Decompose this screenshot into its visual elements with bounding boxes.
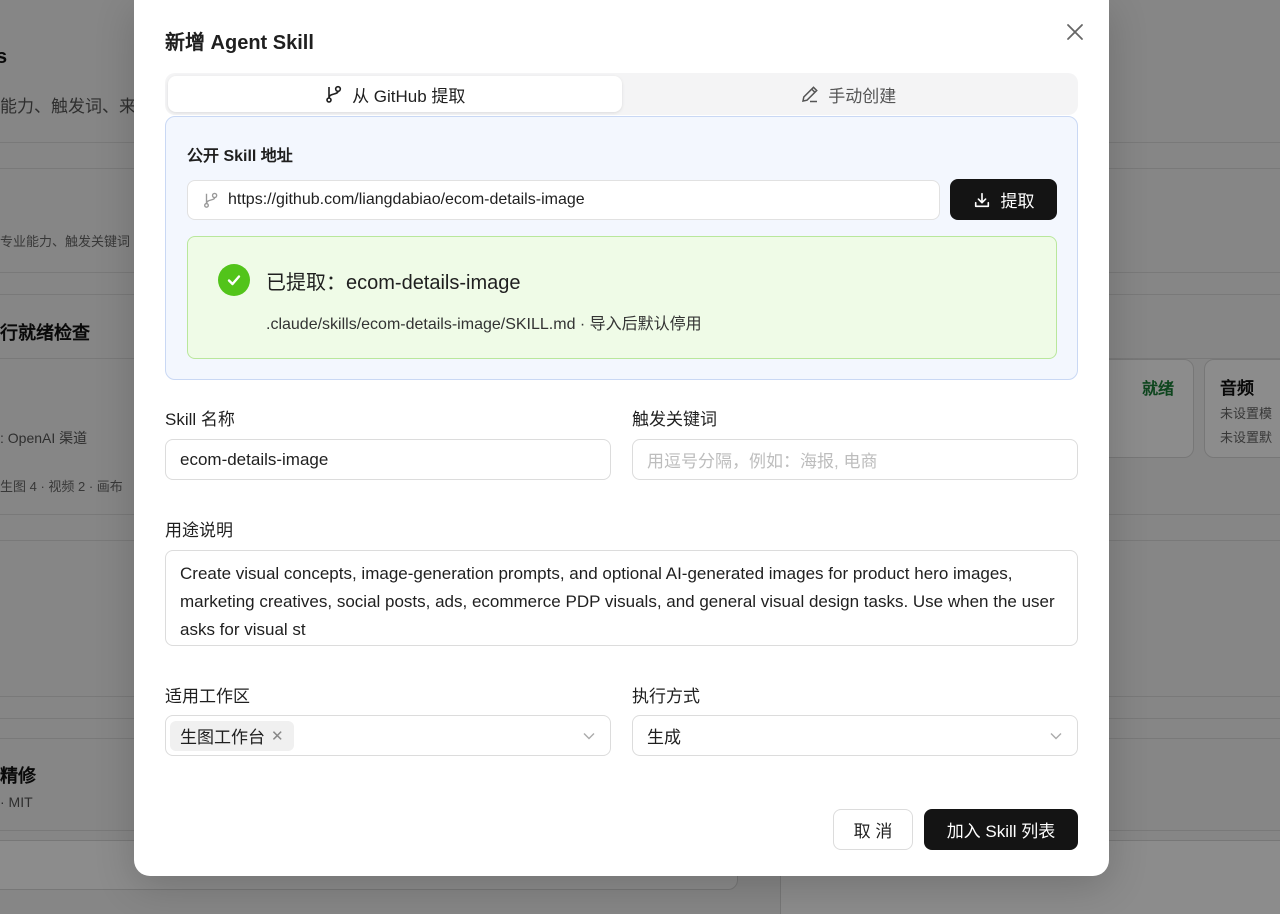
exec-mode-select[interactable]: 生成 (632, 715, 1078, 756)
add-skill-modal: 新增 Agent Skill 从 GitHub 提取 手动创建 公开 Skill… (134, 0, 1109, 876)
exec-mode-value: 生成 (647, 728, 681, 747)
success-title: 已提取：ecom-details-image (266, 272, 521, 294)
exec-mode-label: 执行方式 (632, 687, 700, 706)
skill-url-label: 公开 Skill 地址 (187, 148, 293, 165)
git-branch-icon (326, 85, 342, 103)
check-circle-icon (218, 264, 250, 296)
add-to-skill-list-button[interactable]: 加入 Skill 列表 (924, 809, 1078, 850)
skill-name-label: Skill 名称 (165, 410, 235, 429)
description-label: 用途说明 (165, 521, 233, 540)
success-subtitle: .claude/skills/ecom-details-image/SKILL.… (266, 316, 702, 333)
fetch-button[interactable]: 提取 (950, 179, 1057, 220)
git-branch-icon (204, 192, 218, 208)
workspace-label: 适用工作区 (165, 687, 250, 706)
tab-label: 从 GitHub 提取 (352, 86, 466, 106)
description-textarea[interactable]: Create visual concepts, image-generation… (165, 550, 1078, 646)
fetch-label: 提取 (1000, 192, 1035, 211)
download-icon (974, 192, 989, 207)
chevron-down-icon (583, 733, 595, 740)
fetch-success-alert: 已提取：ecom-details-image .claude/skills/ec… (187, 236, 1057, 359)
modal-title: 新增 Agent Skill (165, 32, 314, 54)
cancel-button[interactable]: 取 消 (833, 809, 913, 850)
tag-remove-icon[interactable]: ✕ (271, 727, 284, 745)
github-import-panel: 公开 Skill 地址 https://github.com/liangdabi… (165, 116, 1078, 380)
skill-url-value: https://github.com/liangdabiao/ecom-deta… (228, 191, 585, 208)
close-button[interactable] (1063, 20, 1087, 44)
source-tabs: 从 GitHub 提取 手动创建 (165, 73, 1078, 115)
workspace-tag-label: 生图工作台 (180, 728, 265, 747)
skill-name-input[interactable]: ecom-details-image (165, 439, 611, 480)
tab-label: 手动创建 (828, 86, 897, 106)
keywords-label: 触发关键词 (632, 410, 717, 429)
workspace-tag: 生图工作台 ✕ (170, 720, 294, 751)
keywords-input[interactable]: 用逗号分隔，例如：海报, 电商 (632, 439, 1078, 480)
keywords-placeholder: 用逗号分隔，例如：海报, 电商 (647, 452, 878, 471)
tab-manual[interactable]: 手动创建 (622, 76, 1076, 112)
chevron-down-icon (1050, 733, 1062, 740)
tab-github[interactable]: 从 GitHub 提取 (168, 76, 622, 112)
skill-url-input[interactable]: https://github.com/liangdabiao/ecom-deta… (187, 180, 940, 220)
close-icon (1067, 24, 1083, 40)
skill-name-value: ecom-details-image (180, 449, 329, 469)
pencil-icon (802, 86, 819, 103)
workspace-select[interactable]: 生图工作台 ✕ (165, 715, 611, 756)
